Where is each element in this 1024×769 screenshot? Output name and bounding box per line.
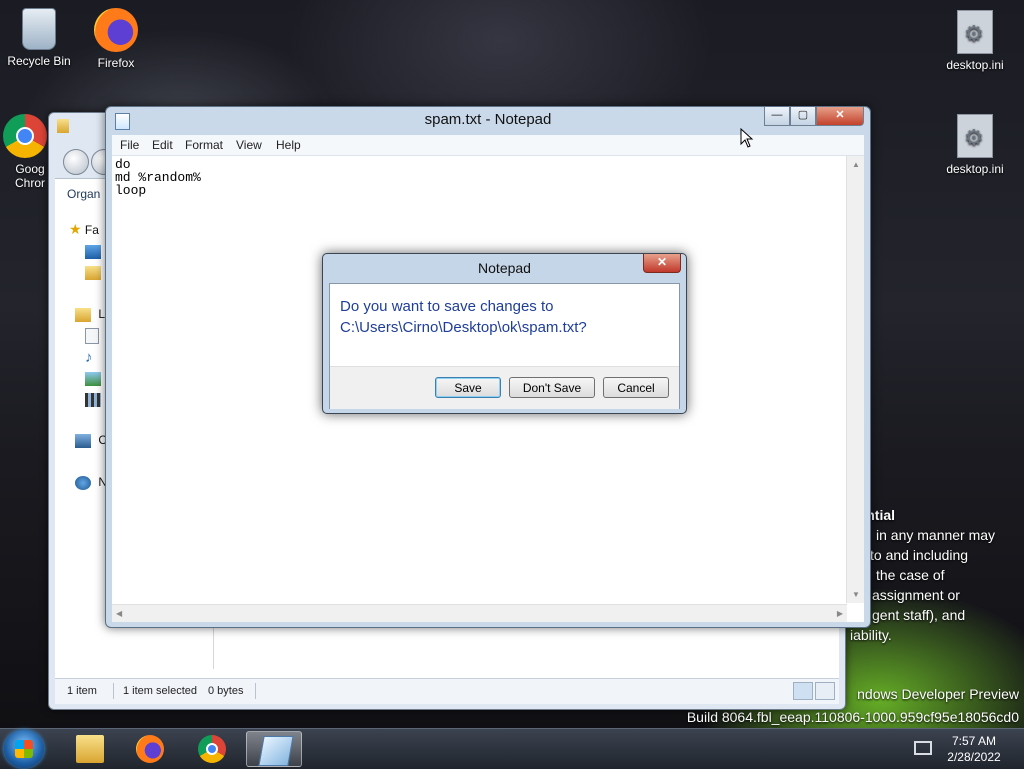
status-separator	[113, 683, 114, 699]
nav-desktop[interactable]	[85, 244, 105, 259]
large-icons-view-button[interactable]	[815, 682, 835, 700]
desktop-icon-label: Firefox	[97, 56, 135, 70]
close-button[interactable]: ✕	[816, 107, 864, 126]
taskbar-file-explorer[interactable]	[62, 731, 118, 767]
legal-line: in any manner may	[876, 527, 996, 543]
build-watermark-title: ndows Developer Preview	[857, 686, 1019, 702]
folder-icon	[76, 735, 104, 763]
chrome-icon	[3, 114, 47, 158]
dialog-title: Notepad	[478, 260, 531, 276]
desktop-icon-label: Recycle Bin	[7, 54, 71, 68]
selected-count: 1 item selected	[123, 685, 197, 697]
taskbar-notepad[interactable]	[246, 731, 302, 767]
dialog-message: Do you want to save changes to C:\Users\…	[340, 296, 587, 338]
network-tray-icon[interactable]	[914, 741, 932, 755]
selected-size: 0 bytes	[208, 685, 244, 697]
organize-menu[interactable]: Organ	[67, 187, 100, 201]
status-separator	[255, 683, 256, 699]
dialog-message-path: C:\Users\Cirno\Desktop\ok\spam.txt?	[340, 319, 587, 336]
minimize-button[interactable]: —	[764, 107, 790, 126]
dialog-message-line: Do you want to save changes to	[340, 298, 554, 315]
desktop-icon-desktop-ini-2[interactable]: desktop.ini	[937, 114, 1013, 176]
folder-icon	[57, 119, 69, 133]
dialog-body: Do you want to save changes to C:\Users\…	[329, 283, 680, 409]
scroll-left-arrow[interactable]: ◀	[116, 609, 122, 618]
nav-favorites[interactable]: ★ Fa	[69, 221, 99, 238]
dont-save-button[interactable]: Don't Save	[509, 377, 595, 398]
music-icon: ♪	[85, 349, 93, 366]
start-button[interactable]	[4, 730, 44, 768]
editor-content[interactable]: do md %random% loop	[115, 158, 201, 197]
desktop-icon-label: Goog Chror	[14, 162, 45, 190]
menu-format[interactable]: Format	[185, 138, 223, 152]
legal-line: to and including	[870, 547, 969, 563]
computer-icon	[75, 433, 91, 448]
menu-view[interactable]: View	[236, 138, 262, 152]
item-count: 1 item	[67, 685, 97, 697]
desktop-icon-label: desktop.ini	[946, 58, 1004, 72]
nav-network[interactable]: N	[75, 475, 107, 490]
legal-line: gent staff), and	[872, 607, 966, 623]
nav-favorites-label: Fa	[84, 223, 99, 237]
legal-line: idential	[846, 505, 1016, 525]
horizontal-scrollbar[interactable]: ◀ ▶	[112, 604, 847, 622]
menu-help[interactable]: Help	[276, 138, 301, 152]
preview-legal-text: idential in any manner may to and includ…	[846, 505, 1016, 645]
desktop-icon-firefox[interactable]: Firefox	[78, 8, 154, 70]
firefox-icon	[136, 735, 164, 763]
taskbar: 7:57 AM 2/28/2022	[0, 728, 1024, 769]
video-icon	[85, 392, 101, 407]
maximize-button[interactable]: ▢	[790, 107, 816, 126]
nav-computer[interactable]: C	[75, 433, 107, 448]
libraries-icon	[75, 307, 91, 322]
details-view-button[interactable]	[793, 682, 813, 700]
legal-line: assignment or	[872, 587, 960, 603]
back-button[interactable]	[63, 149, 89, 175]
settings-file-icon	[957, 114, 993, 158]
network-icon	[75, 475, 91, 490]
scroll-right-arrow[interactable]: ▶	[837, 609, 843, 618]
nav-libraries[interactable]: Li	[75, 307, 108, 322]
desktop-icon	[85, 244, 101, 259]
scroll-down-arrow[interactable]: ▼	[852, 590, 860, 599]
explorer-status-bar: 1 item 1 item selected 0 bytes	[55, 678, 839, 704]
firefox-icon	[94, 8, 138, 52]
clock-date[interactable]: 2/28/2022	[942, 750, 1006, 764]
cursor-arrow-icon	[740, 127, 754, 148]
cancel-button[interactable]: Cancel	[603, 377, 669, 398]
pictures-icon	[85, 371, 101, 386]
dialog-close-button[interactable]: ✕	[643, 254, 681, 273]
document-icon	[85, 328, 99, 344]
menu-edit[interactable]: Edit	[152, 138, 173, 152]
save-button[interactable]: Save	[435, 377, 501, 398]
build-watermark-number: Build 8064.fbl_eeap.110806-1000.959cf95e…	[686, 709, 1019, 725]
taskbar-chrome[interactable]	[184, 731, 240, 767]
taskbar-firefox[interactable]	[122, 731, 178, 767]
clock-time[interactable]: 7:57 AM	[942, 734, 1006, 748]
nav-documents[interactable]	[85, 328, 103, 344]
legal-line: the case of	[876, 567, 945, 583]
notepad-title: spam.txt - Notepad	[424, 111, 552, 128]
nav-music[interactable]: ♪	[85, 349, 93, 366]
desktop-icon-label: desktop.ini	[946, 162, 1004, 176]
dialog-button-bar: Save Don't Save Cancel	[330, 366, 679, 409]
save-changes-dialog[interactable]: Notepad ✕ Do you want to save changes to…	[322, 253, 687, 414]
scroll-up-arrow[interactable]: ▲	[852, 160, 860, 169]
desktop-icon-recycle-bin[interactable]: Recycle Bin	[1, 8, 77, 68]
downloads-icon	[85, 265, 101, 280]
recycle-bin-icon	[22, 8, 56, 50]
settings-file-icon	[957, 10, 993, 54]
mouse-cursor	[740, 127, 754, 151]
vertical-scrollbar[interactable]: ▲ ▼	[846, 156, 864, 603]
nav-downloads[interactable]	[85, 265, 105, 280]
nav-videos[interactable]	[85, 392, 105, 407]
desktop-icon-desktop-ini-1[interactable]: desktop.ini	[937, 10, 1013, 72]
notepad-icon	[258, 736, 294, 766]
menu-file[interactable]: File	[120, 138, 139, 152]
chrome-icon	[198, 735, 226, 763]
star-icon: ★	[69, 221, 82, 237]
legal-line: iability.	[850, 627, 892, 643]
nav-pictures[interactable]	[85, 371, 105, 386]
